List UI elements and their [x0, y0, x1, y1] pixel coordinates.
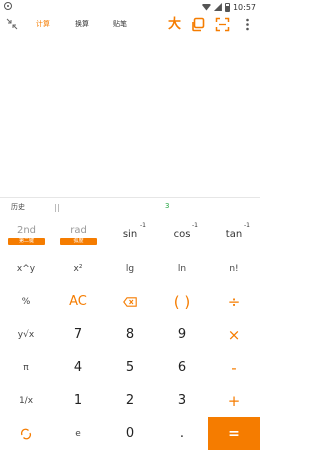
multiply-label: ×: [227, 325, 241, 344]
power-button[interactable]: x^y: [0, 252, 52, 285]
digit-5-button[interactable]: 5: [104, 351, 156, 384]
reciprocal-label: 1/x: [18, 395, 34, 406]
copy-icon[interactable]: [191, 17, 206, 32]
digit-9-button[interactable]: 9: [156, 318, 208, 351]
cos-inverse-mark: -1: [192, 222, 198, 229]
subtract-button[interactable]: -: [208, 351, 260, 384]
digit-1-label: 1: [73, 393, 83, 408]
radian-mode-badge: 弧度: [60, 238, 97, 245]
digit-3-button[interactable]: 3: [156, 384, 208, 417]
top-bar: 计算 换算 贴笔 大: [0, 14, 260, 36]
digit-7-button[interactable]: 7: [52, 318, 104, 351]
large-font-button[interactable]: 大: [167, 17, 182, 32]
decimal-button[interactable]: .: [156, 417, 208, 450]
clear-label: AC: [69, 294, 87, 309]
status-time: 10:57: [232, 2, 256, 12]
subtract-label: -: [231, 358, 237, 377]
square-button[interactable]: x²: [52, 252, 104, 285]
second-function-label: 2nd: [16, 225, 37, 236]
collapse-icon[interactable]: [6, 18, 18, 30]
equals-button[interactable]: =: [208, 417, 260, 450]
multiply-button[interactable]: ×: [208, 318, 260, 351]
equals-label: =: [228, 425, 240, 442]
tab-calculator[interactable]: 计算: [36, 19, 50, 29]
digit-4-label: 4: [73, 360, 83, 375]
tan-button[interactable]: tan -1: [216, 222, 252, 240]
percent-button[interactable]: %: [0, 285, 52, 318]
digit-7-label: 7: [73, 327, 83, 342]
sin-button[interactable]: sin -1: [112, 222, 148, 240]
second-function-button[interactable]: 2nd 第二键: [8, 225, 45, 245]
root-button[interactable]: y√x: [0, 318, 52, 351]
ln-label: ln: [177, 263, 187, 274]
history-button[interactable]: 历史: [11, 202, 25, 212]
euler-button[interactable]: e: [52, 417, 104, 450]
factorial-label: n!: [229, 263, 239, 274]
swap-keypad-button[interactable]: [0, 417, 52, 450]
drag-handle-icon[interactable]: [55, 204, 59, 212]
tab-notes[interactable]: 贴笔: [113, 19, 127, 29]
second-function-badge: 第二键: [8, 238, 45, 245]
parentheses-label: ( ): [173, 292, 191, 311]
pi-button[interactable]: π: [0, 351, 52, 384]
battery-icon: [224, 2, 230, 12]
log-button[interactable]: lg: [104, 252, 156, 285]
sync-status-icon: [4, 2, 12, 10]
percent-label: %: [21, 296, 31, 307]
display-divider: [0, 197, 260, 198]
ln-button[interactable]: ln: [156, 252, 208, 285]
more-options-icon[interactable]: [240, 17, 255, 32]
clear-button[interactable]: AC: [52, 285, 104, 318]
history-row: 历史 3: [0, 200, 260, 218]
reciprocal-button[interactable]: 1/x: [0, 384, 52, 417]
pi-label: π: [23, 362, 29, 373]
tan-inverse-mark: -1: [244, 222, 250, 229]
digit-6-button[interactable]: 6: [156, 351, 208, 384]
sin-label: sin: [122, 229, 138, 240]
result-display[interactable]: [0, 36, 260, 196]
signal-icon: [213, 3, 222, 11]
tab-conversion[interactable]: 换算: [75, 19, 89, 29]
digit-3-label: 3: [177, 393, 187, 408]
wifi-icon: [201, 3, 211, 11]
rotate-icon: [20, 428, 32, 439]
backspace-button[interactable]: [104, 285, 156, 318]
power-label: x^y: [16, 263, 36, 274]
add-label: +: [227, 391, 241, 410]
backspace-icon: [123, 296, 137, 307]
page-indicator: 3: [165, 202, 170, 210]
radian-mode-label: rad: [70, 225, 87, 236]
factorial-button[interactable]: n!: [208, 252, 260, 285]
divide-button[interactable]: ÷: [208, 285, 260, 318]
cos-label: cos: [173, 229, 191, 240]
status-bar: 10:57: [0, 0, 260, 14]
cos-button[interactable]: cos -1: [164, 222, 200, 240]
scan-icon[interactable]: [215, 17, 230, 32]
digit-8-button[interactable]: 8: [104, 318, 156, 351]
function-row: 2nd 第二键 rad 弧度 sin -1 cos -1 tan -1: [0, 220, 260, 250]
digit-0-button[interactable]: 0: [104, 417, 156, 450]
digit-1-button[interactable]: 1: [52, 384, 104, 417]
digit-5-label: 5: [125, 360, 135, 375]
add-button[interactable]: +: [208, 384, 260, 417]
digit-0-label: 0: [125, 426, 135, 441]
root-label: y√x: [17, 329, 35, 340]
digit-8-label: 8: [125, 327, 135, 342]
radian-mode-button[interactable]: rad 弧度: [60, 225, 97, 245]
digit-6-label: 6: [177, 360, 187, 375]
parentheses-button[interactable]: ( ): [156, 285, 208, 318]
euler-label: e: [75, 428, 81, 439]
log-label: lg: [125, 263, 135, 274]
divide-label: ÷: [227, 292, 241, 311]
sin-inverse-mark: -1: [140, 222, 146, 229]
decimal-label: .: [179, 426, 185, 441]
status-icons: 10:57: [201, 1, 256, 13]
digit-2-label: 2: [125, 393, 135, 408]
tan-label: tan: [225, 229, 243, 240]
digit-9-label: 9: [177, 327, 187, 342]
digit-4-button[interactable]: 4: [52, 351, 104, 384]
digit-2-button[interactable]: 2: [104, 384, 156, 417]
square-label: x²: [73, 263, 83, 274]
